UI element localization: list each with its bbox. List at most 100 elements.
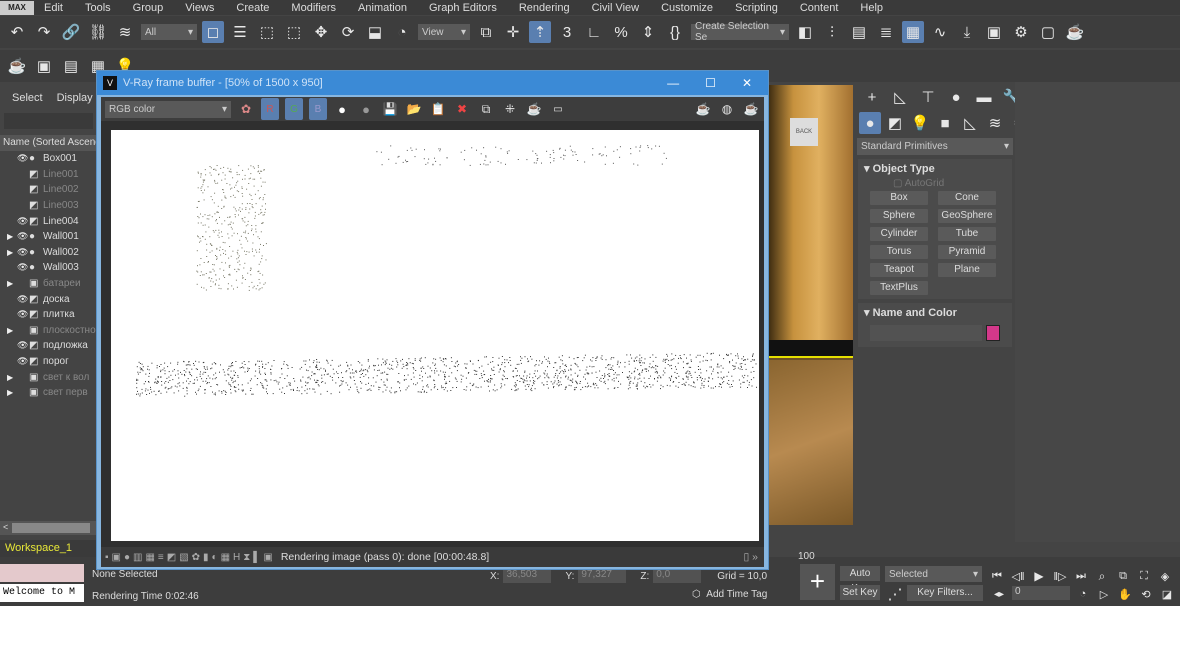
sphere-button[interactable]: Sphere (870, 209, 928, 223)
render-canvas[interactable] (101, 121, 764, 547)
percent-snap-icon[interactable]: % (610, 21, 632, 43)
minimize-icon[interactable]: — (667, 76, 679, 90)
selection-filter-dropdown[interactable]: All ▾ (141, 24, 197, 40)
eye-icon[interactable]: 👁 (17, 262, 29, 273)
vfb-bottom-tool-icons[interactable]: ▪▣●▥▦≡◩▧✿▮◐▦H⧗▌▣ (105, 552, 276, 563)
time-config-icon[interactable]: ◔ (1074, 583, 1092, 605)
box-button[interactable]: Box (870, 191, 928, 205)
snap-icon[interactable]: 3 (556, 21, 578, 43)
teapot-button[interactable]: Teapot (870, 263, 928, 277)
set-key-big-button[interactable]: + (800, 564, 835, 600)
scene-item[interactable]: ▶ ▣ свет к вол (0, 369, 97, 385)
fov-icon[interactable]: ▷ (1095, 583, 1113, 605)
motion-tab-icon[interactable]: ● (945, 86, 967, 108)
auto-key-button[interactable]: Auto Key (840, 566, 880, 594)
eye-icon[interactable]: 👁 (17, 216, 29, 227)
rect-selection-icon[interactable]: ⬚ (256, 21, 278, 43)
tab-select[interactable]: Select (12, 92, 43, 104)
category-dropdown[interactable]: Standard Primitives ▾ (857, 138, 1013, 155)
clipboard-icon[interactable]: 📋 (429, 98, 447, 120)
teapot-icon[interactable]: ☕ (6, 55, 28, 77)
schematic-icon[interactable]: ⤓ (956, 21, 978, 43)
align-icon[interactable]: ⫶ (821, 21, 843, 43)
select-by-name-icon[interactable]: ☰ (229, 21, 251, 43)
menu-views[interactable]: Views (185, 2, 214, 14)
geometry-icon[interactable]: ● (859, 112, 881, 134)
menu-tools[interactable]: Tools (85, 2, 111, 14)
layer-explorer-icon[interactable]: ≣ (875, 21, 897, 43)
menu-rendering[interactable]: Rendering (519, 2, 570, 14)
name-color-header[interactable]: ▾ Name and Color (858, 306, 1012, 319)
red-channel-button[interactable]: R (261, 98, 279, 120)
eye-icon[interactable]: 👁 (17, 309, 29, 320)
play-icon[interactable]: ▶ (1030, 565, 1048, 587)
menu-graph-editors[interactable]: Graph Editors (429, 2, 497, 14)
undo-icon[interactable]: ↶ (6, 21, 28, 43)
object-type-header[interactable]: ▾ Object Type (858, 162, 1012, 175)
open-folder-icon[interactable]: 📂 (405, 98, 423, 120)
helpers-icon[interactable]: ◺ (959, 112, 981, 134)
save-icon[interactable]: 💾 (381, 98, 399, 120)
app-logo[interactable]: MAX (0, 0, 34, 15)
maxscript-mini-listener[interactable] (0, 564, 84, 582)
pyramid-button[interactable]: Pyramid (938, 245, 996, 259)
modify-tab-icon[interactable]: ◺ (889, 86, 911, 108)
blue-channel-button[interactable]: B (309, 98, 327, 120)
menu-modifiers[interactable]: Modifiers (291, 2, 336, 14)
set-key-button[interactable]: Set Key (840, 585, 880, 600)
scale-icon[interactable]: ⬓ (364, 21, 386, 43)
z-coord-field[interactable]: 0,0 (653, 569, 702, 583)
select-object-icon[interactable]: ◻ (202, 21, 224, 43)
workspace-selector[interactable]: Workspace_1 (0, 540, 97, 557)
vfb-expand-icon[interactable]: ▯ » (743, 551, 764, 563)
scene-item[interactable]: 👁 ◩ доска (0, 291, 97, 307)
shapes-icon[interactable]: ◩ (884, 112, 906, 134)
vfb-title-bar[interactable]: V V-Ray frame buffer - [50% of 1500 x 95… (97, 71, 768, 95)
curve-editor-icon[interactable]: ∿ (929, 21, 951, 43)
object-color-swatch[interactable] (986, 325, 1000, 341)
orbit-icon[interactable]: ⟲ (1137, 583, 1155, 605)
geosphere-button[interactable]: GeoSphere (938, 209, 996, 223)
region-render-icon[interactable]: ⁜ (501, 98, 519, 120)
window-crossing-icon[interactable]: ⬚ (283, 21, 305, 43)
tab-display[interactable]: Display (57, 92, 93, 104)
key-mode-dropdown[interactable]: Selected ▾ (885, 566, 982, 582)
green-channel-button[interactable]: G (285, 98, 303, 120)
scene-item[interactable]: 👁 ◩ подложка (0, 338, 97, 354)
render-teapot-icon[interactable]: ☕ (525, 98, 543, 120)
eye-icon[interactable]: 👁 (17, 153, 29, 164)
expand-icon[interactable]: ▶ (7, 232, 13, 241)
color-channels-icon[interactable]: ✿ (237, 98, 255, 120)
maximize-viewport-icon[interactable]: ◪ (1158, 583, 1176, 605)
keyboard-shortcut-icon[interactable]: ⇡ (529, 21, 551, 43)
mirror-icon[interactable]: ◧ (794, 21, 816, 43)
channel-dropdown[interactable]: RGB color ▾ (105, 100, 231, 118)
eye-icon[interactable]: 👁 (17, 247, 29, 258)
scene-item[interactable]: 👁 ◩ плитка (0, 307, 97, 323)
key-tangent-icon[interactable]: ⋰ (884, 583, 906, 605)
scene-item[interactable]: ▶ 👁 ● Wall002 (0, 245, 97, 261)
key-filters-button[interactable]: Key Filters... (907, 585, 983, 601)
edit-named-sel-icon[interactable]: {} (664, 21, 686, 43)
scene-item[interactable]: ◩ Line001 (0, 167, 97, 183)
render-interactive-icon[interactable]: ☕ (694, 98, 712, 120)
scene-item[interactable]: 👁 ◩ порог (0, 354, 97, 370)
bind-spacewarp-icon[interactable]: ≋ (114, 21, 136, 43)
display-tab-icon[interactable]: ▬ (973, 86, 995, 108)
textplus-button[interactable]: TextPlus (870, 281, 928, 295)
spacewarps-icon[interactable]: ≋ (984, 112, 1006, 134)
duplicate-icon[interactable]: ⧉ (477, 98, 495, 120)
torus-button[interactable]: Torus (870, 245, 928, 259)
pivot-icon[interactable]: ⧉ (475, 21, 497, 43)
eye-icon[interactable]: 👁 (17, 356, 29, 367)
menu-help[interactable]: Help (860, 2, 883, 14)
plane-button[interactable]: Plane (938, 263, 996, 277)
expand-icon[interactable]: ▶ (7, 326, 13, 335)
render-last-icon[interactable]: ☕ (742, 98, 760, 120)
selection-set-dropdown[interactable]: Create Selection Se ▾ (691, 21, 789, 43)
key-mode-toggle-icon[interactable]: ◂▸ (988, 583, 1010, 605)
ribbon-icon[interactable]: ▦ (902, 21, 924, 43)
clear-icon[interactable]: ✖ (453, 98, 471, 120)
vfb-icon[interactable]: ▣ (33, 55, 55, 77)
menu-create[interactable]: Create (236, 2, 269, 14)
